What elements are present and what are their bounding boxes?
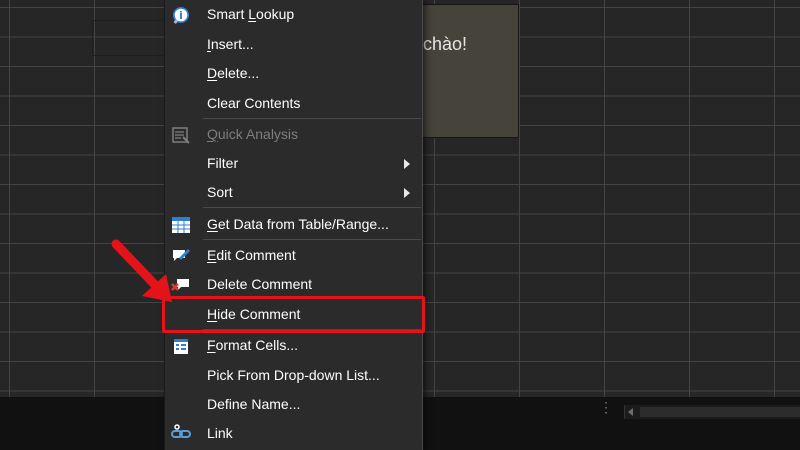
comment-text: chào! (423, 34, 468, 54)
menu-item-label: Define Name... (207, 396, 301, 412)
svg-text:i: i (179, 9, 183, 22)
annotation-arrow-icon (111, 239, 172, 302)
menu-item-pick-from-list[interactable]: Pick From Drop-down List... (165, 361, 422, 390)
menu-item-label: Edit Comment (207, 247, 296, 263)
menu-separator (203, 118, 421, 119)
quick-analysis-icon (171, 125, 191, 145)
menu-item-label: Sort (207, 184, 233, 200)
menu-item-insert[interactable]: Insert... (165, 30, 422, 59)
context-menu: i Smart Lookup Insert... Delete... Clear… (164, 0, 423, 450)
highlight-box (162, 296, 425, 333)
menu-item-clear-contents[interactable]: Clear Contents (165, 89, 422, 118)
menu-item-link[interactable]: Link (165, 419, 422, 448)
smart-lookup-icon: i (171, 5, 191, 25)
menu-item-label: Pick From Drop-down List... (207, 367, 380, 383)
menu-item-smart-lookup[interactable]: i Smart Lookup (165, 0, 422, 29)
menu-separator (203, 207, 421, 208)
menu-item-delete[interactable]: Delete... (165, 59, 422, 88)
menu-item-label: Format Cells... (207, 337, 299, 353)
menu-item-format-cells[interactable]: Format Cells... (165, 331, 422, 360)
menu-item-label: Filter (207, 155, 239, 171)
menu-item-define-name[interactable]: Define Name... (165, 390, 422, 419)
submenu-arrow-icon (404, 159, 410, 169)
menu-item-edit-comment[interactable]: Edit Comment (165, 241, 422, 270)
menu-separator (203, 239, 421, 240)
menu-item-label: Delete... (207, 65, 260, 81)
menu-item-label: Smart Lookup (207, 6, 295, 22)
scroll-left-icon[interactable] (628, 408, 633, 416)
table-icon (171, 215, 191, 235)
active-cell[interactable] (92, 20, 172, 56)
format-cells-icon (171, 336, 191, 356)
menu-item-label: Link (207, 425, 233, 441)
scrollbar-thumb[interactable] (640, 407, 800, 417)
menu-item-get-data[interactable]: Get Data from Table/Range... (165, 210, 422, 239)
menu-item-label: Delete Comment (207, 276, 313, 292)
menu-item-label: Clear Contents (207, 95, 301, 111)
menu-item-label: Insert... (207, 36, 254, 52)
menu-item-label: Quick Analysis (207, 126, 299, 142)
menu-item-filter[interactable]: Filter (165, 149, 422, 178)
menu-item-delete-comment[interactable]: Delete Comment (165, 270, 422, 299)
link-icon (171, 424, 191, 444)
menu-item-label: Get Data from Table/Range... (207, 216, 389, 232)
menu-item-sort[interactable]: Sort (165, 178, 422, 207)
submenu-arrow-icon (404, 188, 410, 198)
more-options-icon[interactable]: ⋮ (599, 400, 613, 414)
menu-item-quick-analysis: Quick Analysis (165, 120, 422, 149)
